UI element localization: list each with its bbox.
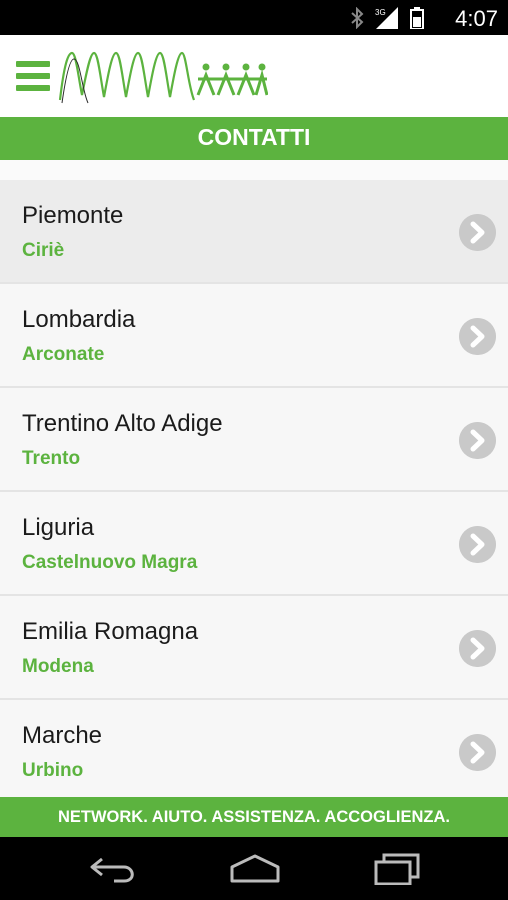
bluetooth-icon [351, 7, 364, 29]
contact-city: Ciriè [22, 240, 65, 261]
hamburger-icon[interactable] [16, 61, 50, 91]
status-time: 4:07 [455, 6, 498, 31]
contact-city: Modena [22, 656, 94, 677]
navigation-bar [0, 837, 508, 900]
signal-icon: 3G [375, 7, 398, 29]
contacts-list: Piemonte Ciriè Lombardia Arconate Trenti… [0, 180, 508, 804]
battery-icon [410, 7, 424, 29]
contact-region: Liguria [22, 514, 95, 541]
contact-city: Arconate [22, 344, 105, 365]
back-icon[interactable] [88, 853, 140, 885]
chevron-right-icon[interactable] [459, 734, 496, 771]
chevron-right-icon[interactable] [459, 630, 496, 667]
list-item[interactable]: Liguria Castelnuovo Magra [0, 492, 508, 596]
status-icons: 3G [350, 7, 424, 29]
contact-city: Castelnuovo Magra [22, 552, 198, 573]
list-item[interactable]: Piemonte Ciriè [0, 180, 508, 284]
contact-region: Marche [22, 722, 103, 749]
contact-region: Trentino Alto Adige [22, 410, 223, 437]
contact-region: Piemonte [22, 202, 124, 229]
list-item[interactable]: Lombardia Arconate [0, 284, 508, 388]
logo-icon [58, 51, 268, 104]
chevron-right-icon[interactable] [459, 422, 496, 459]
home-icon[interactable] [228, 853, 282, 885]
contact-city: Trento [22, 448, 81, 469]
list-item[interactable]: Marche Urbino [0, 700, 508, 804]
status-bar: 3G 4:07 [0, 0, 508, 35]
list-item[interactable]: Emilia Romagna Modena [0, 596, 508, 700]
page-title: CONTATTI [0, 117, 508, 160]
contact-region: Emilia Romagna [22, 618, 199, 645]
contact-region: Lombardia [22, 306, 136, 333]
recent-apps-icon[interactable] [372, 853, 422, 885]
chevron-right-icon[interactable] [459, 214, 496, 251]
svg-text:3G: 3G [375, 8, 386, 17]
chevron-right-icon[interactable] [459, 318, 496, 355]
footer-slogan: NETWORK. AIUTO. ASSISTENZA. ACCOGLIENZA. [0, 797, 508, 837]
list-top-spacer [0, 160, 508, 180]
list-item[interactable]: Trentino Alto Adige Trento [0, 388, 508, 492]
chevron-right-icon[interactable] [459, 526, 496, 563]
contact-city: Urbino [22, 760, 84, 781]
app-bar [0, 35, 508, 117]
